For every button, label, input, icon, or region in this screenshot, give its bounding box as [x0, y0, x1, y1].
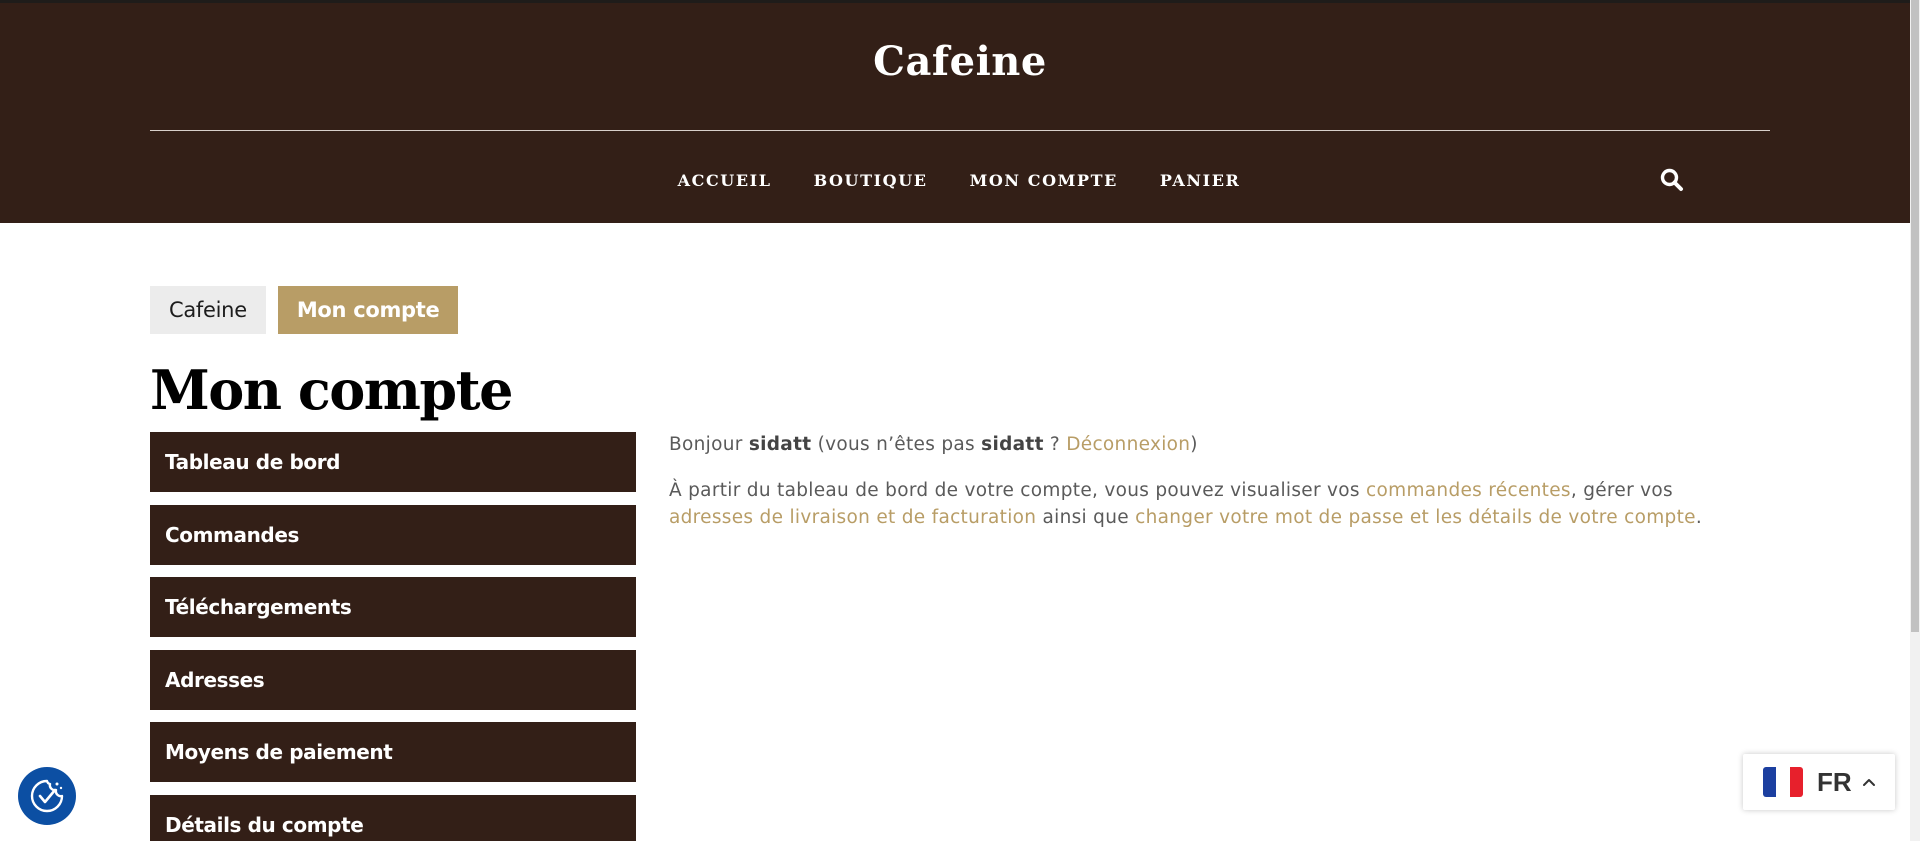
main-nav: ACCUEIL BOUTIQUE MON COMPTE PANIER — [0, 169, 1920, 193]
account-details-link[interactable]: changer votre mot de passe et les détail… — [1135, 507, 1696, 528]
header-divider — [150, 130, 1770, 131]
greeting-close: ) — [1190, 434, 1198, 455]
site-header: Cafeine ACCUEIL BOUTIQUE MON COMPTE PANI… — [0, 0, 1920, 223]
greeting-not-prefix: (vous n’êtes pas — [817, 434, 975, 455]
site-title[interactable]: Cafeine — [0, 38, 1920, 85]
language-code: FR — [1817, 766, 1852, 797]
france-flag-icon — [1763, 767, 1803, 797]
addresses-link[interactable]: adresses de livraison et de facturation — [669, 507, 1036, 528]
logout-link[interactable]: Déconnexion — [1066, 434, 1190, 455]
dashboard-text: À partir du tableau de bord de votre com… — [669, 477, 1759, 531]
recent-orders-link[interactable]: commandes récentes — [1366, 480, 1571, 501]
breadcrumb: Cafeine Mon compte — [150, 286, 459, 334]
greeting-username-repeat: sidatt — [981, 434, 1044, 455]
greeting-question: ? — [1049, 434, 1061, 455]
breadcrumb-current: Mon compte — [277, 286, 459, 334]
language-switcher[interactable]: FR — [1743, 754, 1895, 810]
search-icon[interactable] — [1658, 166, 1686, 194]
account-nav-dashboard[interactable]: Tableau de bord — [150, 432, 636, 492]
breadcrumb-home[interactable]: Cafeine — [150, 286, 266, 334]
nav-link-mon-compte[interactable]: MON COMPTE — [949, 169, 1139, 193]
account-nav-payment-methods[interactable]: Moyens de paiement — [150, 722, 636, 782]
greeting-text: Bonjour sidatt (vous n’êtes pas sidatt ?… — [669, 431, 1759, 458]
account-navigation: Tableau de bord Commandes Téléchargement… — [150, 432, 636, 841]
account-nav-downloads[interactable]: Téléchargements — [150, 577, 636, 637]
dashboard-end: . — [1695, 507, 1703, 528]
nav-link-panier[interactable]: PANIER — [1139, 169, 1261, 193]
dashboard-intro: À partir du tableau de bord de votre com… — [669, 480, 1360, 501]
page-title: Mon compte — [150, 358, 513, 422]
account-content: Bonjour sidatt (vous n’êtes pas sidatt ?… — [669, 431, 1759, 531]
nav-link-boutique[interactable]: BOUTIQUE — [793, 169, 949, 193]
nav-link-accueil[interactable]: ACCUEIL — [657, 169, 793, 193]
dashboard-as-well: ainsi que — [1042, 507, 1129, 528]
account-nav-addresses[interactable]: Adresses — [150, 649, 636, 710]
greeting-username: sidatt — [748, 434, 812, 455]
account-nav-orders[interactable]: Commandes — [150, 504, 636, 565]
cookie-consent-button[interactable] — [18, 767, 76, 825]
scrollbar-thumb[interactable] — [1911, 0, 1919, 632]
chevron-up-icon — [1862, 779, 1875, 786]
dashboard-manage: , gérer vos — [1570, 480, 1673, 501]
account-nav-account-details[interactable]: Détails du compte — [150, 794, 636, 841]
greeting-hello: Bonjour — [669, 434, 743, 455]
page-scrollbar[interactable] — [1910, 0, 1920, 841]
cookie-consent-icon — [30, 779, 64, 813]
